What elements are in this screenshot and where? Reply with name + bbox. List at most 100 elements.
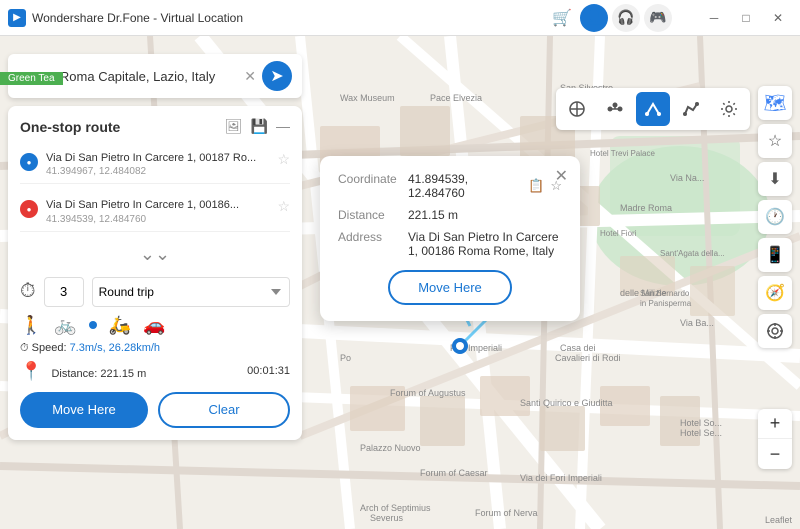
svg-text:Forum of Nerva: Forum of Nerva	[475, 508, 538, 518]
compass-btn[interactable]: 🧭	[758, 276, 792, 310]
route-info-1: Via Di San Pietro In Carcere 1, 00187 Ro…	[46, 151, 277, 177]
popup-distance-row: Distance 221.15 m	[338, 208, 562, 222]
svg-text:Madre Roma: Madre Roma	[620, 203, 672, 213]
car-icon[interactable]: 🚗	[143, 315, 165, 336]
trip-count-input[interactable]	[44, 277, 84, 307]
maximize-btn[interactable]: □	[732, 4, 760, 32]
titlebar-actions: 🛒 👤 🎧 🎮 ─ □ ✕	[552, 4, 792, 32]
speed-row: ⏱ Speed: 7.3m/s, 26.28km/h	[20, 342, 290, 355]
minimize-btn[interactable]: ─	[700, 4, 728, 32]
svg-text:San Bernardo: San Bernardo	[640, 289, 690, 298]
chevron-down-icon: ⌄⌄	[140, 244, 170, 264]
distance-value: 221.15 m	[100, 368, 146, 380]
action-buttons: Move Here Clear	[20, 392, 290, 428]
coordinate-label: Coordinate	[338, 172, 408, 200]
trip-type-select[interactable]: Round trip One way	[92, 277, 290, 307]
onestop-tool-btn[interactable]	[636, 92, 670, 126]
distance-label-popup: Distance	[338, 208, 408, 222]
history-btn[interactable]: 🕐	[758, 200, 792, 234]
popup-coordinate-row: Coordinate 41.894539, 12.484760 📋 ☆	[338, 172, 562, 200]
settings-tool-btn[interactable]	[712, 92, 746, 126]
popup-move-here-button[interactable]: Move Here	[388, 270, 512, 305]
route-coord-1: 41.394967, 12.484082	[46, 166, 277, 177]
svg-text:Santi Quirico e Giuditta: Santi Quirico e Giuditta	[520, 398, 613, 408]
route-star-2[interactable]: ☆	[277, 198, 290, 215]
svg-text:Arch of Septimius: Arch of Septimius	[360, 503, 431, 513]
scooter-icon[interactable]: 🛵	[109, 315, 131, 336]
clock-history-icon: 🕐	[765, 207, 785, 227]
right-toolbar: 🗺 ☆ ⬇ 🕐 📱 🧭	[758, 86, 792, 348]
zoom-controls: + −	[758, 409, 792, 469]
svg-text:Wax Museum: Wax Museum	[340, 93, 395, 103]
svg-text:Hotel So...: Hotel So...	[680, 418, 722, 428]
move-here-button[interactable]: Move Here	[20, 392, 148, 428]
svg-text:in Panisperma: in Panisperma	[640, 299, 692, 308]
route-item-1: ● Via Di San Pietro In Carcere 1, 00187 …	[20, 145, 290, 184]
svg-text:Via Na...: Via Na...	[670, 173, 704, 183]
svg-text:Forum of Augustus: Forum of Augustus	[390, 388, 466, 398]
speed-label: Speed:	[32, 342, 70, 354]
address-label: Address	[338, 230, 408, 258]
headset-icon-btn[interactable]: 🎧	[612, 4, 640, 32]
app-title: Wondershare Dr.Fone - Virtual Location	[32, 11, 552, 25]
svg-text:Hotel Se...: Hotel Se...	[680, 428, 722, 438]
device-btn[interactable]: 📱	[758, 238, 792, 272]
distance-label: Distance:	[51, 368, 100, 380]
svg-text:Forum of Caesar: Forum of Caesar	[420, 468, 488, 478]
popup-close-button[interactable]: ✕	[555, 166, 568, 186]
search-clear-icon[interactable]: ✕	[244, 68, 256, 85]
route-address-1: Via Di San Pietro In Carcere 1, 00187 Ro…	[46, 151, 277, 166]
svg-text:Hotel Trevi Palace: Hotel Trevi Palace	[590, 149, 655, 158]
teleport-tool-btn[interactable]	[560, 92, 594, 126]
center-btn[interactable]	[758, 314, 792, 348]
zoom-out-button[interactable]: −	[758, 439, 792, 469]
coordinate-text: 41.894539, 12.484760	[408, 172, 522, 200]
cart-icon[interactable]: 🛒	[552, 8, 572, 28]
bike-icon[interactable]: 🚲	[54, 315, 76, 336]
download-btn[interactable]: ⬇	[758, 162, 792, 196]
multistop-tool-btn[interactable]	[674, 92, 708, 126]
svg-text:Via Ba...: Via Ba...	[680, 318, 714, 328]
titlebar: ▶ Wondershare Dr.Fone - Virtual Location…	[0, 0, 800, 36]
svg-text:Via dei Fori Imperiali: Via dei Fori Imperiali	[520, 473, 602, 483]
route-dot-red: ●	[20, 200, 38, 218]
popup-address-row: Address Via Di San Pietro In Carcere 1, …	[338, 230, 562, 258]
route-header: One-stop route 🖼 💾 —	[20, 118, 290, 135]
user-icon-btn[interactable]: 👤	[580, 4, 608, 32]
popup-distance-value: 221.15 m	[408, 208, 458, 222]
svg-text:Sant'Agata della...: Sant'Agata della...	[660, 249, 725, 258]
google-maps-btn[interactable]: 🗺	[758, 86, 792, 120]
route-minimize-icon[interactable]: —	[276, 118, 290, 135]
time-value: 00:01:31	[247, 365, 290, 377]
favorite-btn[interactable]: ☆	[758, 124, 792, 158]
distance-row: 📍 Distance: 221.15 m 00:01:31	[20, 361, 290, 382]
green-tea-banner: Green Tea	[0, 72, 63, 85]
copy-icon[interactable]: 📋	[528, 178, 544, 194]
svg-text:Po: Po	[340, 353, 351, 363]
google-maps-icon: 🗺	[764, 93, 787, 114]
svg-text:Casa dei: Casa dei	[560, 343, 596, 353]
svg-text:Pace Elvezia: Pace Elvezia	[430, 93, 482, 103]
clear-button[interactable]: Clear	[158, 392, 290, 428]
phone-icon: 📱	[765, 245, 785, 265]
location-popup: ✕ Coordinate 41.894539, 12.484760 📋 ☆ Di…	[320, 156, 580, 321]
distance-left: 📍 Distance: 221.15 m	[20, 361, 146, 382]
route-dot-blue: ●	[20, 153, 38, 171]
chevron-section: ⌄⌄	[20, 240, 290, 269]
route-tool-btn[interactable]	[598, 92, 632, 126]
route-panel-title: One-stop route	[20, 119, 225, 135]
compass-icon: 🧭	[765, 283, 785, 303]
search-go-button[interactable]: ➤	[262, 61, 292, 91]
zoom-in-button[interactable]: +	[758, 409, 792, 439]
location-pin-icon: 📍	[20, 361, 42, 381]
close-btn[interactable]: ✕	[764, 4, 792, 32]
route-star-1[interactable]: ☆	[277, 151, 290, 168]
walk-icon[interactable]: 🚶	[20, 315, 42, 336]
speed-value: 7.3m/s, 26.28km/h	[70, 342, 161, 354]
svg-text:Hotel Fiori: Hotel Fiori	[600, 229, 637, 238]
route-image-icon[interactable]: 🖼	[225, 118, 243, 135]
route-save-icon[interactable]: 💾	[251, 118, 268, 135]
game-icon-btn[interactable]: 🎮	[644, 4, 672, 32]
clock-icon: ⏱	[20, 280, 36, 303]
route-item-2: ● Via Di San Pietro In Carcere 1, 00186.…	[20, 192, 290, 231]
